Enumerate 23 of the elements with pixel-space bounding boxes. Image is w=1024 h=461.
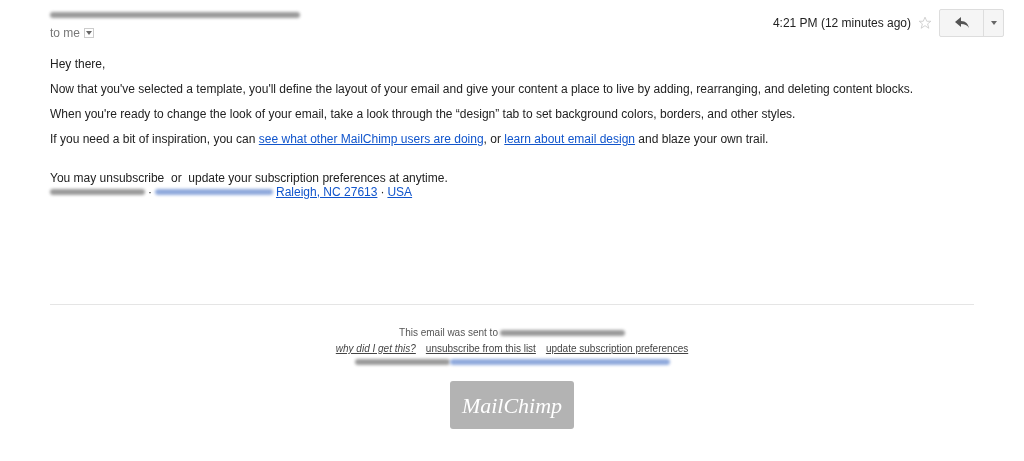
timestamp: 4:21 PM (12 minutes ago) — [772, 15, 911, 32]
caret-icon — [86, 31, 92, 35]
reply-icon — [954, 17, 969, 29]
recipient-label: to me — [50, 25, 80, 42]
star-button[interactable] — [917, 15, 933, 31]
address-link[interactable]: USA — [387, 185, 413, 199]
footer-link[interactable]: update subscription preferences — [545, 341, 689, 356]
separator-dot: · — [380, 185, 385, 199]
sent-to-text: This email was sent to — [399, 326, 498, 340]
footer-link[interactable]: why did I get this? — [335, 341, 416, 356]
text-link[interactable]: see what other MailChimp users are doing — [258, 132, 484, 146]
body-paragraph: If you need a bit of inspiration, you can see what other MailChimp users are doing, or learn about email design and blaze your own trail. — [50, 131, 770, 147]
separator-dot: · — [148, 185, 152, 199]
unsubscribe-note: You may unsubscribe or update your subscription preferences at anytime. — [50, 171, 449, 185]
greeting: Hey there, — [50, 56, 107, 72]
body-paragraph: Now that you've selected a template, you'll define the layout of your email and give your content a place to live by adding, rearranging, and deleting content blocks. — [50, 81, 915, 97]
caret-icon — [990, 21, 997, 25]
footer-link[interactable]: unsubscribe from this list — [425, 341, 536, 356]
address-link[interactable]: Raleigh, NC 27613 — [276, 185, 378, 199]
star-icon — [918, 16, 932, 30]
body-paragraph: When you're ready to change the look of your email, take a look through the “design” tab to set background colors, borders, and other styles. — [50, 106, 797, 122]
details-dropdown[interactable] — [84, 28, 94, 38]
text-link[interactable]: learn about email design — [504, 132, 636, 146]
